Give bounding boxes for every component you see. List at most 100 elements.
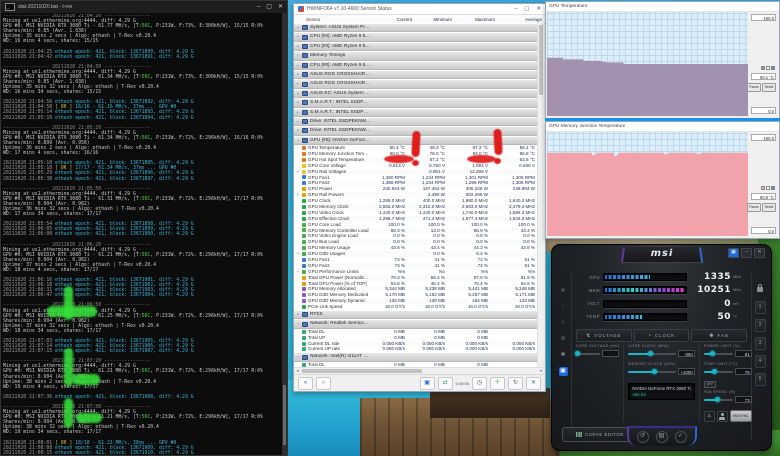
temp-priority-toggle[interactable]: OFF: [704, 381, 752, 388]
information-icon[interactable]: i: [559, 319, 568, 328]
slider-track[interactable]: [628, 371, 675, 373]
afterburner-detach-button[interactable]: ▣: [728, 248, 739, 258]
sensor-group-row[interactable]: −Network: Intel(R) I211AT Copper (Peer..…: [294, 352, 538, 361]
fan-auto-button[interactable]: ∆: [704, 411, 715, 422]
memory-clock-slider[interactable]: MEMORY CLOCK (MHz)+1000: [628, 362, 694, 378]
sensor-group-row[interactable]: +CPU [#0]: AMD Ryzen 9 5950X: CCD...: [294, 42, 538, 51]
graph2-reset-button[interactable]: Reset: [762, 203, 776, 212]
slider-value-box[interactable]: -300: [678, 350, 695, 357]
terminal-maximize-button[interactable]: ▢: [266, 2, 272, 12]
slider-track[interactable]: [628, 353, 675, 355]
temp-limit-slider[interactable]: TEMP LIMIT (°C)76: [704, 362, 752, 378]
terminal-minimize-button[interactable]: –: [257, 2, 260, 12]
clock-button[interactable]: ◷: [472, 377, 487, 390]
profile-lock-icon[interactable]: [757, 287, 763, 292]
hwinfo-vertical-scrollbar[interactable]: [537, 23, 544, 368]
hwinfo-maximize-button[interactable]: ▢: [524, 6, 529, 12]
profile-slot-1[interactable]: 1: [755, 301, 766, 314]
close-sensors-button[interactable]: ✕: [526, 377, 541, 390]
tree-toggle-icon[interactable]: +: [294, 126, 302, 135]
sensor-group-row[interactable]: +CPU [#0]: AMD Ryzen 9 5950X: Enh...: [294, 61, 538, 70]
sensor-group-row[interactable]: +ASUS ROG CROSSHAIR VIII DARK H...: [294, 70, 538, 79]
hwinfo-titlebar[interactable]: HWiNFO64 v7.10-4600 Sensor Status – ▢ ✕: [294, 4, 545, 15]
sensor-group-row[interactable]: +System: ASUS System Product Name: [294, 23, 538, 32]
tree-toggle-icon[interactable]: +: [294, 61, 302, 70]
slider-thumb[interactable]: [652, 369, 657, 374]
monitor-button[interactable]: ▣: [420, 377, 435, 390]
settings-gear-icon[interactable]: ✱: [559, 351, 568, 360]
afterburner-minimize-button[interactable]: –: [741, 248, 752, 258]
tree-toggle-icon[interactable]: +: [294, 108, 302, 117]
tree-toggle-icon[interactable]: +: [294, 117, 302, 126]
sensor-group-row[interactable]: +Memory Timings: [294, 51, 538, 60]
hwinfo-minimize-button[interactable]: –: [514, 6, 517, 12]
slider-track[interactable]: [576, 353, 600, 355]
power-limit-slider[interactable]: POWER LIMIT (%)81: [704, 344, 752, 360]
tree-toggle-icon[interactable]: −: [294, 319, 302, 328]
oc-scanner-icon[interactable]: ◦: [559, 303, 568, 312]
terminal-scrollbar[interactable]: [282, 13, 287, 455]
hwinfo-horizontal-scrollbar[interactable]: ◄ ►: [294, 367, 545, 374]
slider-track[interactable]: [704, 371, 733, 373]
graph2-pause-button[interactable]: Pause: [747, 203, 761, 212]
back-button[interactable]: «: [298, 377, 313, 390]
profile-slot-3[interactable]: 3: [755, 337, 766, 350]
slider-value-box[interactable]: 73: [735, 396, 752, 403]
graph1-pause-button[interactable]: Pause: [747, 83, 761, 92]
slider-value-box[interactable]: 81: [735, 350, 752, 357]
tree-toggle-icon[interactable]: +: [294, 70, 302, 79]
add-button[interactable]: ＋: [490, 377, 505, 390]
hwinfo-vscroll-thumb[interactable]: [539, 25, 543, 95]
core-voltage-slider[interactable]: CORE VOLTAGE (mV): [576, 344, 619, 360]
tree-toggle-icon[interactable]: −: [294, 352, 302, 361]
fan-speed-slider[interactable]: FAN SPEED (%)73: [704, 390, 752, 406]
sensor-group-row[interactable]: +S.M.A.R.T.: INTEL SSDPEKNW010T8...: [294, 98, 538, 107]
tree-toggle-icon[interactable]: +: [294, 310, 302, 319]
tree-toggle-icon[interactable]: +: [294, 32, 302, 41]
apply-button[interactable]: ✓: [675, 431, 687, 443]
slider-track[interactable]: [704, 353, 733, 355]
sensor-group-row[interactable]: +ASUS ROG CROSSHAIR VIII DARK H...: [294, 79, 538, 88]
reset-values-button[interactable]: ↻: [508, 377, 523, 390]
tree-toggle-icon[interactable]: +: [294, 42, 302, 51]
tree-toggle-icon[interactable]: +: [294, 51, 302, 60]
column-current[interactable]: Current: [378, 17, 412, 22]
profile-slot-2[interactable]: 2: [755, 319, 766, 332]
kombustor-icon[interactable]: ✕: [559, 287, 568, 296]
terminal-titlebar[interactable]: _ stat-20211020.bat - t-rex – ▢ ✕: [1, 1, 287, 13]
profile-slot-5[interactable]: 5: [755, 373, 766, 386]
slider-thumb[interactable]: [575, 351, 580, 356]
network-share-button[interactable]: ⇄: [438, 377, 453, 390]
afterburner-close-button[interactable]: ✕: [754, 248, 765, 258]
sensor-group-row[interactable]: +RTSS: [294, 310, 538, 319]
fan-user-define-button[interactable]: [717, 411, 728, 422]
sensor-group-row[interactable]: +CPU [#0]: AMD Ryzen 9 5950X: [294, 32, 538, 41]
slider-track[interactable]: [704, 399, 733, 401]
fan-sync-button[interactable]: FAN SYNC: [730, 410, 752, 422]
tree-toggle-icon[interactable]: +: [294, 79, 302, 88]
tree-toggle-icon[interactable]: +: [294, 98, 302, 107]
hwinfo-hscroll-thumb[interactable]: [302, 369, 422, 373]
graph1-reset-button[interactable]: Reset: [762, 83, 776, 92]
reset-button[interactable]: ↺: [637, 431, 649, 443]
sensor-group-row[interactable]: +Drive: INTEL SSDPEKNW128G8 (BTSA...: [294, 117, 538, 126]
slider-thumb[interactable]: [715, 397, 720, 402]
slider-thumb[interactable]: [710, 351, 715, 356]
settings-sliders-icon[interactable]: ≋: [559, 335, 568, 344]
terminal-close-button[interactable]: ✕: [278, 2, 283, 12]
column-average[interactable]: Average: [495, 17, 545, 22]
slider-thumb[interactable]: [712, 369, 717, 374]
terminal-scrollbar-thumb[interactable]: [283, 385, 286, 445]
column-minimum[interactable]: Minimum: [412, 17, 452, 22]
afterburner-titlebar[interactable]: msi ▣ – ✕: [552, 245, 771, 265]
temp-priority-off-label[interactable]: OFF: [704, 381, 717, 388]
sensor-group-row[interactable]: +S.M.A.R.T.: INTEL SSDPEKNW128G8...: [294, 108, 538, 117]
tree-toggle-icon[interactable]: +: [294, 23, 302, 32]
tree-toggle-icon[interactable]: +: [294, 89, 302, 98]
column-maximum[interactable]: Maximum: [452, 17, 495, 22]
slider-value-box[interactable]: +1000: [678, 368, 695, 375]
slider-thumb[interactable]: [648, 351, 653, 356]
slider-value-box[interactable]: [602, 350, 619, 357]
forward-button[interactable]: »: [316, 377, 331, 390]
tree-toggle-icon[interactable]: +: [294, 251, 302, 257]
